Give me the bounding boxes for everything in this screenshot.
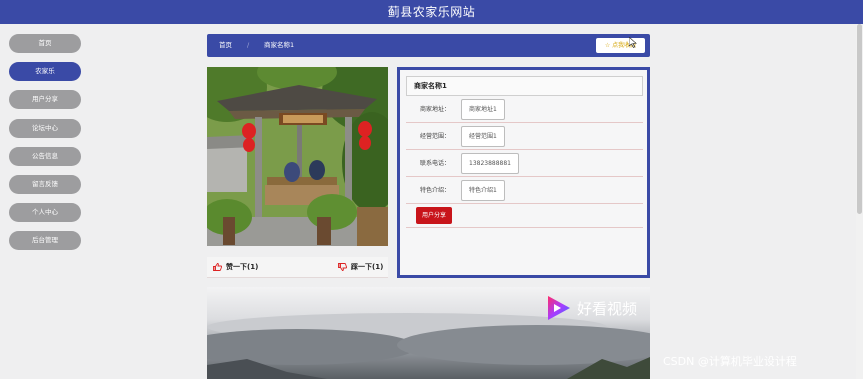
thumbs-down-icon [338, 263, 347, 271]
video-logo-text: 好看视频 [577, 300, 637, 318]
phone-value: 13823888881 [461, 153, 519, 174]
thumbs-up-icon [213, 263, 222, 271]
site-header: 蓟县农家乐网站 [0, 0, 863, 24]
scrollbar-thumb[interactable] [857, 24, 862, 214]
sidebar-nav: 首页 农家乐 用户分享 论坛中心 公告信息 留言反馈 个人中心 后台管理 [9, 34, 81, 260]
sidebar-item-forum[interactable]: 论坛中心 [9, 118, 81, 138]
thumbs-down-label: 踩一下(1) [351, 263, 384, 271]
user-share-button[interactable]: 用户分享 [416, 207, 452, 224]
sidebar-item-profile[interactable]: 个人中心 [9, 203, 81, 223]
sidebar-item-feedback[interactable]: 留言反馈 [9, 174, 81, 194]
video-brand-logo: 好看视频 [545, 294, 645, 324]
favorite-button[interactable]: ☆ 点我收藏 [596, 38, 645, 53]
csdn-watermark: CSDN @计算机毕业设计程 [663, 355, 797, 368]
detail-row-business-scope: 经营范围： 经营范围1 [406, 123, 643, 150]
sidebar-item-farmhouse[interactable]: 农家乐 [9, 62, 81, 82]
breadcrumb-home-link[interactable]: 首页 [219, 34, 232, 57]
business-scope-label: 经营范围： [420, 133, 451, 140]
sidebar-item-admin[interactable]: 后台管理 [9, 231, 81, 251]
sidebar-item-announcements[interactable]: 公告信息 [9, 146, 81, 166]
mouse-cursor-icon [629, 37, 637, 48]
address-value: 商家地址1 [461, 99, 505, 120]
phone-label: 联系电话： [420, 160, 451, 167]
thumbs-up-button[interactable]: 赞一下(1) [213, 257, 258, 278]
breadcrumb: 首页 / 商家名称1 ☆ 点我收藏 [207, 34, 650, 57]
play-logo-icon: 好看视频 [548, 296, 637, 320]
site-title: 蓟县农家乐网站 [387, 5, 476, 19]
page-scrollbar[interactable] [856, 24, 863, 379]
detail-row-phone: 联系电话： 13823888881 [406, 150, 643, 177]
sidebar-item-user-share[interactable]: 用户分享 [9, 90, 81, 110]
business-scope-value: 经营范围1 [461, 126, 505, 147]
features-value: 特色介绍1 [461, 180, 505, 201]
address-label: 商家地址： [420, 106, 451, 113]
thumbs-down-button[interactable]: 踩一下(1) [338, 257, 383, 278]
merchant-name: 商家名称1 [406, 76, 643, 96]
detail-panel: 商家名称1 商家地址： 商家地址1 经营范围： 经营范围1 联系电话： 1382… [397, 67, 650, 278]
detail-row-address: 商家地址： 商家地址1 [406, 96, 643, 123]
thumbs-up-label: 赞一下(1) [226, 263, 259, 271]
vote-bar: 赞一下(1) 踩一下(1) [207, 257, 388, 278]
sidebar-item-home[interactable]: 首页 [9, 34, 81, 53]
detail-row-features: 特色介绍： 特色介绍1 [406, 177, 643, 204]
features-label: 特色介绍： [420, 187, 451, 194]
breadcrumb-separator: / [247, 41, 250, 49]
breadcrumb-current: 商家名称1 [264, 41, 295, 49]
farmhouse-photo [207, 67, 388, 246]
detail-row-actions: 用户分享 [406, 204, 643, 228]
